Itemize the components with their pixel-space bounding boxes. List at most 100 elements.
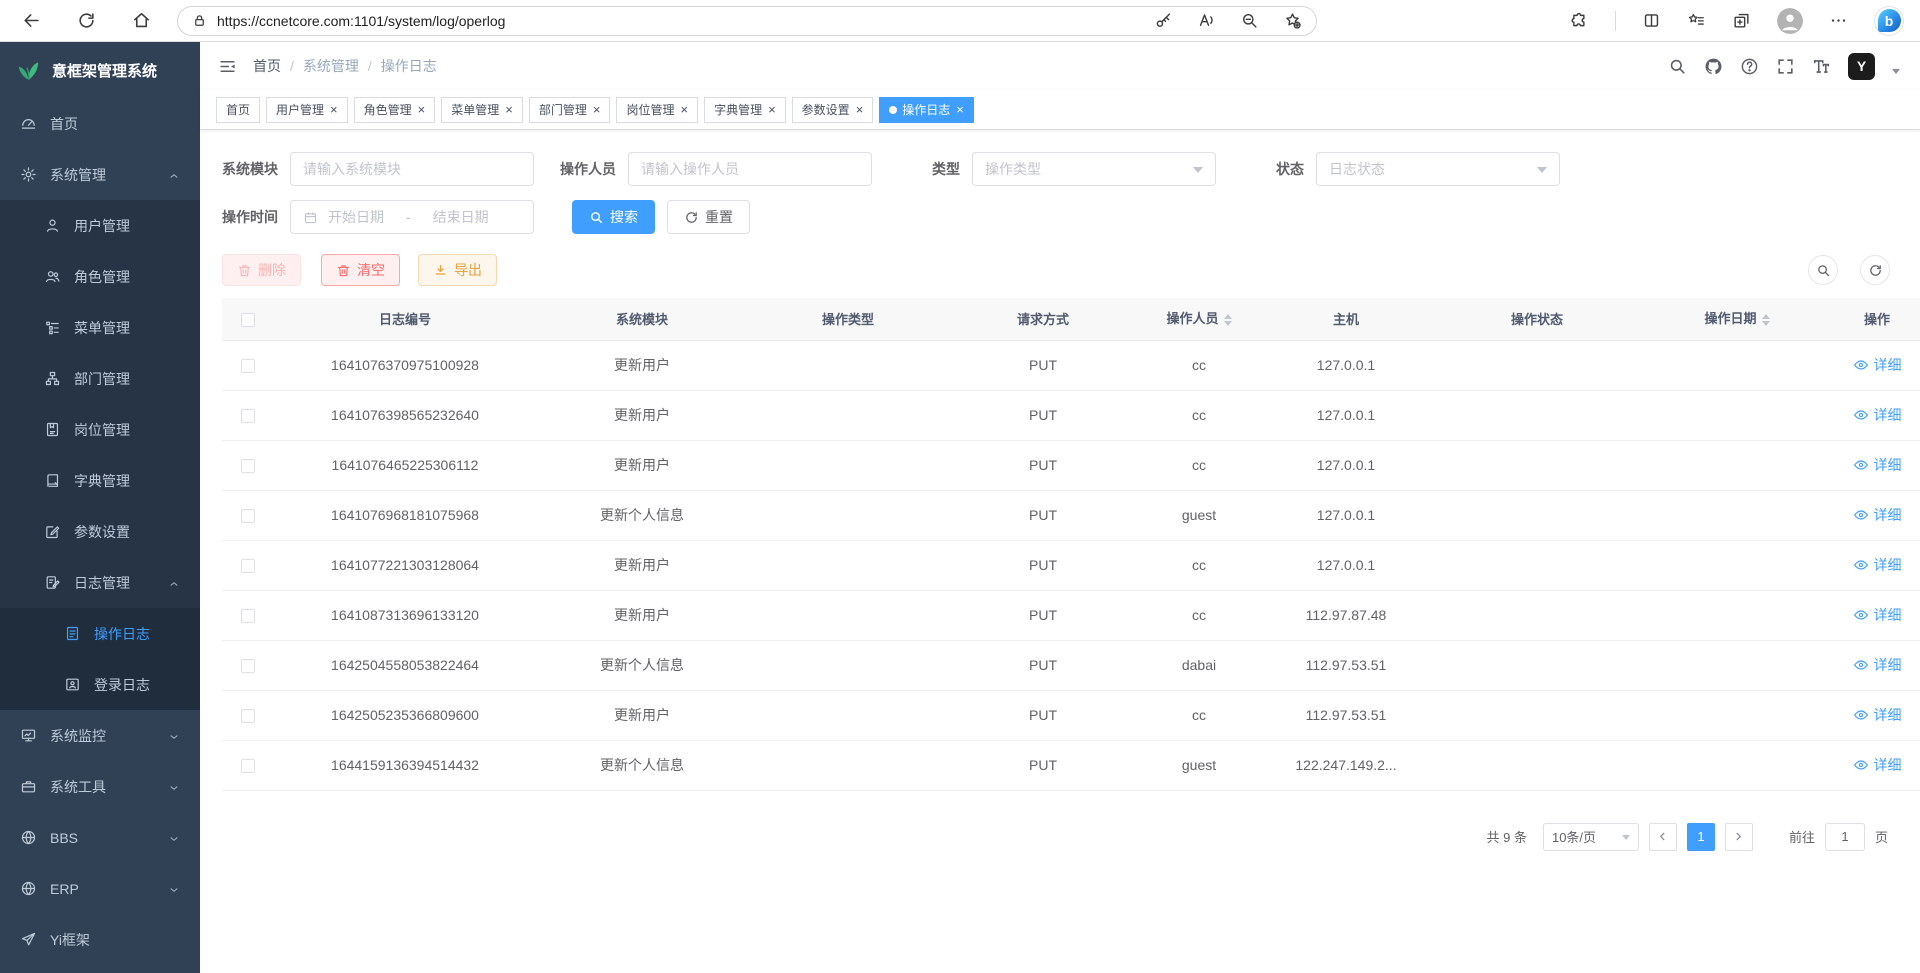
collections-icon[interactable] <box>1732 11 1751 30</box>
row-checkbox[interactable] <box>241 609 255 623</box>
tab-item[interactable]: 角色管理× <box>354 97 436 123</box>
detail-link[interactable]: 详细 <box>1853 455 1902 475</box>
sidebar-item[interactable]: 菜单管理 <box>0 302 200 353</box>
row-checkbox[interactable] <box>241 359 255 373</box>
row-checkbox[interactable] <box>241 559 255 573</box>
goto-page-input[interactable] <box>1825 823 1865 851</box>
tab-item[interactable]: 菜单管理× <box>441 97 523 123</box>
sidebar-item[interactable]: 岗位管理 <box>0 404 200 455</box>
delete-button[interactable]: 删除 <box>222 254 301 286</box>
sidebar-item[interactable]: 日志管理 <box>0 557 200 608</box>
row-checkbox[interactable] <box>241 409 255 423</box>
zoom-icon[interactable] <box>1240 11 1259 30</box>
detail-link[interactable]: 详细 <box>1853 705 1902 725</box>
sidebar-item[interactable]: ERP <box>0 863 200 914</box>
select-all-checkbox[interactable] <box>241 313 255 327</box>
home-icon[interactable] <box>132 11 151 30</box>
sidebar-item[interactable]: BBS <box>0 812 200 863</box>
copilot-icon[interactable]: b <box>1874 6 1904 36</box>
row-checkbox[interactable] <box>241 709 255 723</box>
tab-close-icon[interactable]: × <box>593 103 601 116</box>
detail-link[interactable]: 详细 <box>1853 505 1902 525</box>
detail-link[interactable]: 详细 <box>1853 555 1902 575</box>
avatar-caret-icon[interactable] <box>1892 69 1900 78</box>
more-options-icon[interactable] <box>1829 11 1848 30</box>
sidebar-item[interactable]: 参数设置 <box>0 506 200 557</box>
next-page-button[interactable] <box>1725 823 1753 851</box>
tab-close-icon[interactable]: × <box>330 103 338 116</box>
tab-close-icon[interactable]: × <box>505 103 513 116</box>
search-button[interactable]: 搜索 <box>572 200 655 234</box>
prev-page-button[interactable] <box>1649 823 1677 851</box>
read-aloud-icon[interactable] <box>1197 11 1216 30</box>
sidebar-item[interactable]: 系统管理 <box>0 149 200 200</box>
sidebar-item[interactable]: Yi框架 <box>0 914 200 965</box>
address-bar[interactable]: https://ccnetcore.com:1101/system/log/op… <box>177 6 1317 36</box>
help-icon[interactable] <box>1740 57 1759 76</box>
row-checkbox[interactable] <box>241 459 255 473</box>
date-range-picker[interactable]: 开始日期 - 结束日期 <box>290 200 534 234</box>
tab-close-icon[interactable]: × <box>418 103 426 116</box>
user-avatar-logo[interactable]: Y <box>1848 53 1875 80</box>
sidebar-item[interactable]: 操作日志 <box>0 608 200 659</box>
favorites-icon[interactable] <box>1687 11 1706 30</box>
detail-link[interactable]: 详细 <box>1853 755 1902 775</box>
type-select[interactable]: 操作类型 <box>972 152 1216 186</box>
sort-carets-icon[interactable] <box>1762 310 1770 330</box>
refresh-table-button[interactable] <box>1860 255 1890 285</box>
detail-link[interactable]: 详细 <box>1853 655 1902 675</box>
operator-input[interactable] <box>628 152 872 186</box>
row-checkbox[interactable] <box>241 659 255 673</box>
sidebar-item[interactable]: 系统监控 <box>0 710 200 761</box>
reset-button[interactable]: 重置 <box>667 200 750 234</box>
back-icon[interactable] <box>22 11 41 30</box>
tab-close-icon[interactable]: × <box>680 103 688 116</box>
breadcrumb-system[interactable]: 系统管理 <box>303 56 359 76</box>
sidebar-item[interactable]: 角色管理 <box>0 251 200 302</box>
detail-link[interactable]: 详细 <box>1853 355 1902 375</box>
row-checkbox[interactable] <box>241 509 255 523</box>
status-select[interactable]: 日志状态 <box>1316 152 1560 186</box>
fullscreen-icon[interactable] <box>1776 57 1795 76</box>
row-checkbox[interactable] <box>241 759 255 773</box>
profile-avatar[interactable] <box>1777 8 1803 34</box>
module-input[interactable] <box>290 152 534 186</box>
tab-item[interactable]: 参数设置× <box>792 97 874 123</box>
clear-button[interactable]: 清空 <box>321 254 400 286</box>
tab-active[interactable]: 操作日志× <box>879 97 974 123</box>
tab-item[interactable]: 部门管理× <box>529 97 611 123</box>
tab-item[interactable]: 字典管理× <box>704 97 786 123</box>
sidebar-item[interactable]: 用户管理 <box>0 200 200 251</box>
tab-item[interactable]: 岗位管理× <box>616 97 698 123</box>
host-cell: 127.0.0.1 <box>1260 490 1432 540</box>
refresh-icon[interactable] <box>77 11 96 30</box>
tab-close-icon[interactable]: × <box>856 103 864 116</box>
github-icon[interactable] <box>1704 57 1723 76</box>
extensions-icon[interactable] <box>1570 11 1589 30</box>
header-cell[interactable]: 操作日期 <box>1642 298 1832 340</box>
sidebar-item[interactable]: 首页 <box>0 98 200 149</box>
tab-item[interactable]: 首页 <box>216 97 260 123</box>
tab-close-icon[interactable]: × <box>768 103 776 116</box>
sidebar-item[interactable]: 登录日志 <box>0 659 200 710</box>
add-favorite-icon[interactable] <box>1283 11 1302 30</box>
detail-link[interactable]: 详细 <box>1853 405 1902 425</box>
split-screen-icon[interactable] <box>1642 11 1661 30</box>
sidebar-item[interactable]: 系统工具 <box>0 761 200 812</box>
page-1-button[interactable]: 1 <box>1687 823 1715 851</box>
export-button[interactable]: 导出 <box>418 254 497 286</box>
toggle-search-button[interactable] <box>1808 255 1838 285</box>
breadcrumb-home[interactable]: 首页 <box>253 56 281 76</box>
page-size-select[interactable]: 10条/页 <box>1543 823 1639 851</box>
detail-link[interactable]: 详细 <box>1853 605 1902 625</box>
font-size-icon[interactable] <box>1812 57 1831 76</box>
password-key-icon[interactable] <box>1154 11 1173 30</box>
search-icon[interactable] <box>1668 57 1687 76</box>
tab-item[interactable]: 用户管理× <box>266 97 348 123</box>
sidebar-item[interactable]: 字典管理 <box>0 455 200 506</box>
sidebar-item[interactable]: 部门管理 <box>0 353 200 404</box>
tab-close-icon[interactable]: × <box>956 103 964 116</box>
sort-carets-icon[interactable] <box>1224 310 1232 330</box>
collapse-sidebar-icon[interactable] <box>218 57 237 76</box>
header-cell[interactable]: 操作人员 <box>1138 298 1260 340</box>
